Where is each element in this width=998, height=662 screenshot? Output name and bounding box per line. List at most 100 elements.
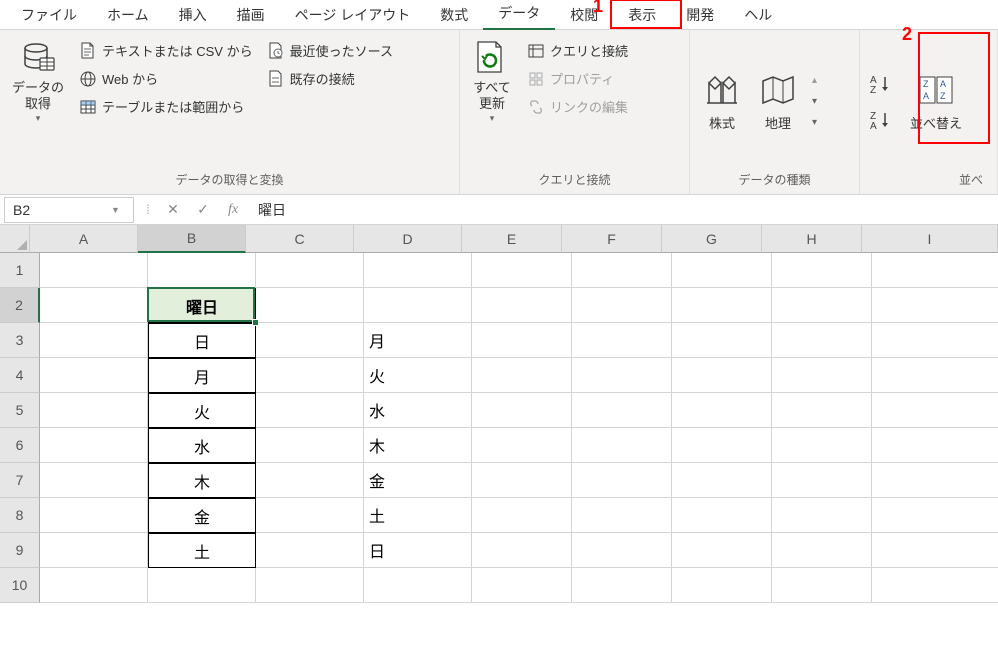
sort-button[interactable]: ZAAZ 並べ替え: [904, 67, 968, 136]
cell-F8[interactable]: [572, 498, 672, 533]
cell-D5[interactable]: 水: [364, 393, 472, 428]
cell-I6[interactable]: [872, 428, 998, 463]
stocks-button[interactable]: 株式: [696, 67, 748, 136]
cell-F2[interactable]: [572, 288, 672, 323]
col-header-E[interactable]: E: [462, 225, 562, 253]
cell-B4[interactable]: 月: [148, 358, 256, 393]
cell-H10[interactable]: [772, 568, 872, 603]
tab-file[interactable]: ファイル: [6, 0, 92, 30]
cell-G1[interactable]: [672, 253, 772, 288]
cell-I9[interactable]: [872, 533, 998, 568]
row-header-1[interactable]: 1: [0, 253, 40, 288]
sort-asc-button[interactable]: AZ: [870, 74, 896, 94]
row-header-8[interactable]: 8: [0, 498, 40, 533]
select-all-corner[interactable]: [0, 225, 30, 253]
cell-A5[interactable]: [40, 393, 148, 428]
cell-H4[interactable]: [772, 358, 872, 393]
cell-C9[interactable]: [256, 533, 364, 568]
tab-draw[interactable]: 描画: [222, 0, 280, 30]
cell-D2[interactable]: [364, 288, 472, 323]
refresh-all-button[interactable]: すべて 更新 ▾: [466, 34, 518, 128]
cell-E1[interactable]: [472, 253, 572, 288]
cell-F6[interactable]: [572, 428, 672, 463]
cell-I4[interactable]: [872, 358, 998, 393]
cell-H9[interactable]: [772, 533, 872, 568]
edit-links-button[interactable]: リンクの編集: [522, 94, 633, 119]
cell-E7[interactable]: [472, 463, 572, 498]
cell-E10[interactable]: [472, 568, 572, 603]
formula-input[interactable]: 曜日: [248, 200, 998, 220]
enter-formula-button[interactable]: ✓: [188, 201, 218, 218]
col-header-G[interactable]: G: [662, 225, 762, 253]
properties-button[interactable]: プロパティ: [522, 66, 633, 91]
col-header-B[interactable]: B: [138, 225, 246, 253]
cell-A10[interactable]: [40, 568, 148, 603]
cell-F5[interactable]: [572, 393, 672, 428]
col-header-C[interactable]: C: [246, 225, 354, 253]
row-header-7[interactable]: 7: [0, 463, 40, 498]
sort-desc-button[interactable]: ZA: [870, 110, 896, 130]
cell-F1[interactable]: [572, 253, 672, 288]
cell-I7[interactable]: [872, 463, 998, 498]
cell-B10[interactable]: [148, 568, 256, 603]
cell-G4[interactable]: [672, 358, 772, 393]
cell-B7[interactable]: 木: [148, 463, 256, 498]
tab-insert[interactable]: 挿入: [164, 0, 222, 30]
cell-C7[interactable]: [256, 463, 364, 498]
cell-H1[interactable]: [772, 253, 872, 288]
col-header-A[interactable]: A: [30, 225, 138, 253]
expand-icon[interactable]: ▾: [812, 117, 817, 128]
cell-B2[interactable]: 曜日: [148, 288, 256, 323]
cell-A9[interactable]: [40, 533, 148, 568]
scroll-down-icon[interactable]: ▾: [812, 96, 817, 107]
row-header-2[interactable]: 2: [0, 288, 40, 323]
cell-B6[interactable]: 水: [148, 428, 256, 463]
cell-D1[interactable]: [364, 253, 472, 288]
cell-H8[interactable]: [772, 498, 872, 533]
cell-C1[interactable]: [256, 253, 364, 288]
cell-A7[interactable]: [40, 463, 148, 498]
cell-F4[interactable]: [572, 358, 672, 393]
fill-handle[interactable]: [252, 319, 259, 326]
cell-A8[interactable]: [40, 498, 148, 533]
cell-A4[interactable]: [40, 358, 148, 393]
cell-E4[interactable]: [472, 358, 572, 393]
cancel-formula-button[interactable]: ✕: [158, 201, 188, 218]
geo-button[interactable]: 地理: [752, 67, 804, 136]
recent-sources-button[interactable]: 最近使ったソース: [262, 38, 398, 63]
cell-B3[interactable]: 日: [148, 323, 256, 358]
cell-E9[interactable]: [472, 533, 572, 568]
row-header-10[interactable]: 10: [0, 568, 40, 603]
tab-formulas[interactable]: 数式: [425, 0, 483, 30]
cell-D3[interactable]: 月: [364, 323, 472, 358]
queries-conn-button[interactable]: クエリと接続: [522, 38, 633, 63]
cell-B8[interactable]: 金: [148, 498, 256, 533]
cell-H7[interactable]: [772, 463, 872, 498]
row-header-9[interactable]: 9: [0, 533, 40, 568]
cell-H5[interactable]: [772, 393, 872, 428]
cell-I3[interactable]: [872, 323, 998, 358]
cell-A1[interactable]: [40, 253, 148, 288]
cell-D4[interactable]: 火: [364, 358, 472, 393]
cell-E3[interactable]: [472, 323, 572, 358]
cell-C6[interactable]: [256, 428, 364, 463]
cell-F10[interactable]: [572, 568, 672, 603]
from-table-button[interactable]: テーブルまたは範囲から: [74, 94, 258, 119]
col-header-F[interactable]: F: [562, 225, 662, 253]
row-header-4[interactable]: 4: [0, 358, 40, 393]
cell-G10[interactable]: [672, 568, 772, 603]
tab-data[interactable]: データ: [483, 0, 555, 31]
cell-E8[interactable]: [472, 498, 572, 533]
cell-I10[interactable]: [872, 568, 998, 603]
row-header-5[interactable]: 5: [0, 393, 40, 428]
cell-G9[interactable]: [672, 533, 772, 568]
tab-help[interactable]: ヘル: [729, 0, 787, 30]
cell-G5[interactable]: [672, 393, 772, 428]
cell-B5[interactable]: 火: [148, 393, 256, 428]
cell-C5[interactable]: [256, 393, 364, 428]
col-header-H[interactable]: H: [762, 225, 862, 253]
from-text-csv-button[interactable]: テキストまたは CSV から: [74, 38, 258, 63]
cell-D7[interactable]: 金: [364, 463, 472, 498]
tab-view[interactable]: 表示: [613, 0, 671, 30]
row-header-6[interactable]: 6: [0, 428, 40, 463]
